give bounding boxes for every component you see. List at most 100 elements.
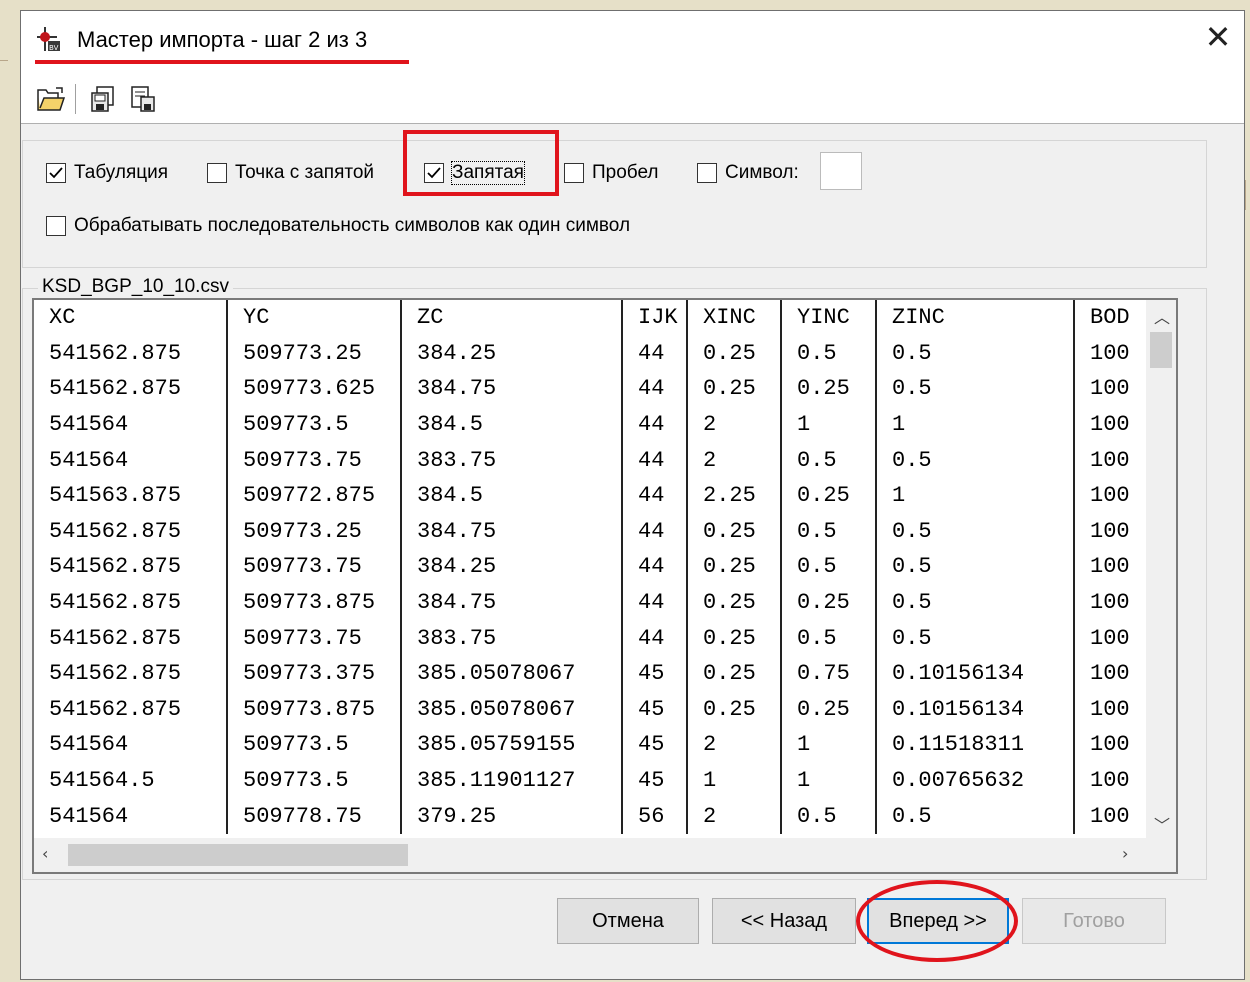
table-cell: 509773.875 bbox=[226, 584, 401, 621]
table-cell: 2 bbox=[686, 727, 781, 763]
table-cell: 45 bbox=[621, 655, 687, 692]
table-cell: 44 bbox=[621, 620, 687, 656]
table-row: 541564 509773.75 383.75 44 2 0.5 0.5 100 bbox=[34, 442, 1164, 478]
table-cell: 0.25 bbox=[780, 371, 876, 407]
next-highlight-annotation bbox=[856, 880, 1018, 962]
checkbox-symbol-label: Символ: bbox=[725, 162, 799, 183]
table-cell: 509773.75 bbox=[226, 620, 401, 656]
table-cell: 2 bbox=[686, 442, 781, 478]
table-cell: 541564 bbox=[49, 803, 129, 829]
table-row: 541564 509778.75 379.25 56 2 0.5 0.5 100 bbox=[34, 798, 1164, 834]
save-settings-icon[interactable] bbox=[87, 83, 119, 115]
table-cell: 509778.75 bbox=[226, 798, 401, 834]
scroll-right-icon[interactable]: › bbox=[1122, 844, 1128, 863]
table-cell: 0.25 bbox=[780, 691, 876, 728]
table-cell: 0.25 bbox=[686, 513, 781, 550]
load-settings-icon[interactable] bbox=[127, 83, 159, 115]
cancel-button[interactable]: Отмена bbox=[557, 898, 699, 944]
checkbox-semicolon[interactable]: Точка с запятой bbox=[207, 162, 374, 184]
column-header: XC bbox=[49, 305, 76, 331]
table-cell: 509773.25 bbox=[226, 513, 401, 550]
checkbox-box[interactable] bbox=[46, 216, 66, 236]
checkbox-box[interactable] bbox=[46, 163, 66, 183]
finish-button: Готово bbox=[1022, 898, 1166, 944]
column-header: ZINC bbox=[875, 300, 1074, 336]
table-cell: 509772.875 bbox=[226, 477, 401, 514]
table-cell: 44 bbox=[621, 477, 687, 514]
checkbox-space[interactable]: Пробел bbox=[564, 162, 658, 184]
vertical-scrollbar[interactable]: ︿ ﹀ bbox=[1146, 300, 1176, 840]
table-cell: 1 bbox=[780, 406, 876, 443]
table-cell: 0.11518311 bbox=[875, 727, 1074, 763]
table-row: 541564 509773.5 384.5 44 2 1 1 100 bbox=[34, 406, 1164, 443]
table-cell: 0.5 bbox=[780, 620, 876, 656]
table-cell: 0.5 bbox=[875, 513, 1074, 550]
horizontal-scroll-thumb[interactable] bbox=[68, 844, 408, 866]
table-cell: 509773.875 bbox=[226, 691, 401, 728]
close-button[interactable]: ✕ bbox=[1198, 17, 1238, 57]
back-button[interactable]: << Назад bbox=[712, 898, 856, 944]
table-row: 541563.875 509772.875 384.5 44 2.25 0.25 1 100 bbox=[34, 477, 1164, 514]
table-cell: 541562.875 bbox=[49, 554, 182, 580]
table-cell: 541562.875 bbox=[49, 661, 182, 687]
table-row: 541562.875 509773.875 385.05078067 45 0.25 0.… bbox=[34, 691, 1164, 728]
table-row: 541564.5 509773.5 385.11901127 45 1 1 0.007656… bbox=[34, 762, 1164, 799]
toolbar-separator bbox=[75, 84, 79, 114]
scroll-down-icon[interactable]: ﹀ bbox=[1154, 812, 1170, 836]
table-cell: 509773.5 bbox=[226, 727, 401, 763]
table-cell: 541562.875 bbox=[49, 590, 182, 616]
table-cell: 379.25 bbox=[400, 798, 622, 834]
table-cell: 509773.75 bbox=[226, 549, 401, 585]
table-cell: 0.25 bbox=[780, 477, 876, 514]
table-cell: 509773.5 bbox=[226, 762, 401, 799]
scroll-left-icon[interactable]: ‹ bbox=[42, 844, 48, 863]
table-cell: 45 bbox=[621, 727, 687, 763]
vertical-scroll-thumb[interactable] bbox=[1150, 332, 1172, 368]
table-cell: 383.75 bbox=[400, 442, 622, 478]
horizontal-scrollbar[interactable]: ‹ › bbox=[34, 838, 1176, 872]
title-red-underline bbox=[35, 60, 409, 64]
data-preview-grid[interactable]: XC YC ZC IJK XINC YINC ZINC BOD 541562.875 509773… bbox=[32, 298, 1178, 874]
checkbox-treat-consecutive-label: Обрабатывать последовательность символов… bbox=[74, 215, 631, 236]
table-cell: 0.00765632 bbox=[875, 762, 1074, 799]
checkbox-treat-consecutive[interactable]: Обрабатывать последовательность символов… bbox=[46, 215, 630, 237]
data-table: XC YC ZC IJK XINC YINC ZINC BOD 541562.875 509773… bbox=[34, 300, 1164, 834]
checkbox-symbol[interactable]: Символ: bbox=[697, 162, 799, 184]
table-header-row: XC YC ZC IJK XINC YINC ZINC BOD bbox=[34, 300, 1164, 336]
column-header: XINC bbox=[686, 300, 781, 336]
checkbox-box[interactable] bbox=[697, 163, 717, 183]
table-cell: 384.75 bbox=[400, 513, 622, 550]
table-cell: 385.05078067 bbox=[400, 691, 622, 728]
checkbox-tab-label: Табуляция bbox=[74, 162, 169, 183]
checkbox-box[interactable] bbox=[564, 163, 584, 183]
table-cell: 0.25 bbox=[780, 584, 876, 621]
table-cell: 509773.75 bbox=[226, 442, 401, 478]
symbol-input[interactable] bbox=[820, 152, 862, 190]
table-cell: 1 bbox=[780, 762, 876, 799]
table-cell: 384.75 bbox=[400, 371, 622, 407]
table-cell: 0.5 bbox=[875, 549, 1074, 585]
header-separator bbox=[21, 123, 1244, 124]
column-header: YINC bbox=[780, 300, 876, 336]
scroll-up-icon[interactable]: ︿ bbox=[1154, 304, 1170, 328]
table-cell: 0.75 bbox=[780, 655, 876, 692]
table-cell: 0.25 bbox=[686, 335, 781, 372]
background-map-line bbox=[1245, 180, 1246, 210]
table-cell: 0.25 bbox=[686, 691, 781, 728]
table-cell: 0.5 bbox=[780, 442, 876, 478]
checkbox-space-label: Пробел bbox=[592, 162, 659, 183]
table-cell: 2.25 bbox=[686, 477, 781, 514]
column-header: IJK bbox=[621, 300, 687, 336]
table-cell: 0.10156134 bbox=[875, 691, 1074, 728]
title-bar: BV Мастер импорта - шаг 2 из 3 ✕ bbox=[21, 11, 1244, 123]
checkbox-box[interactable] bbox=[207, 163, 227, 183]
table-cell: 44 bbox=[621, 513, 687, 550]
open-folder-icon[interactable] bbox=[35, 83, 67, 115]
checkbox-tab[interactable]: Табуляция bbox=[46, 162, 168, 184]
table-cell: 0.5 bbox=[875, 620, 1074, 656]
table-cell: 0.10156134 bbox=[875, 655, 1074, 692]
table-cell: 0.5 bbox=[875, 442, 1074, 478]
table-cell: 1 bbox=[875, 477, 1074, 514]
comma-highlight-annotation bbox=[403, 130, 559, 196]
table-cell: 44 bbox=[621, 584, 687, 621]
